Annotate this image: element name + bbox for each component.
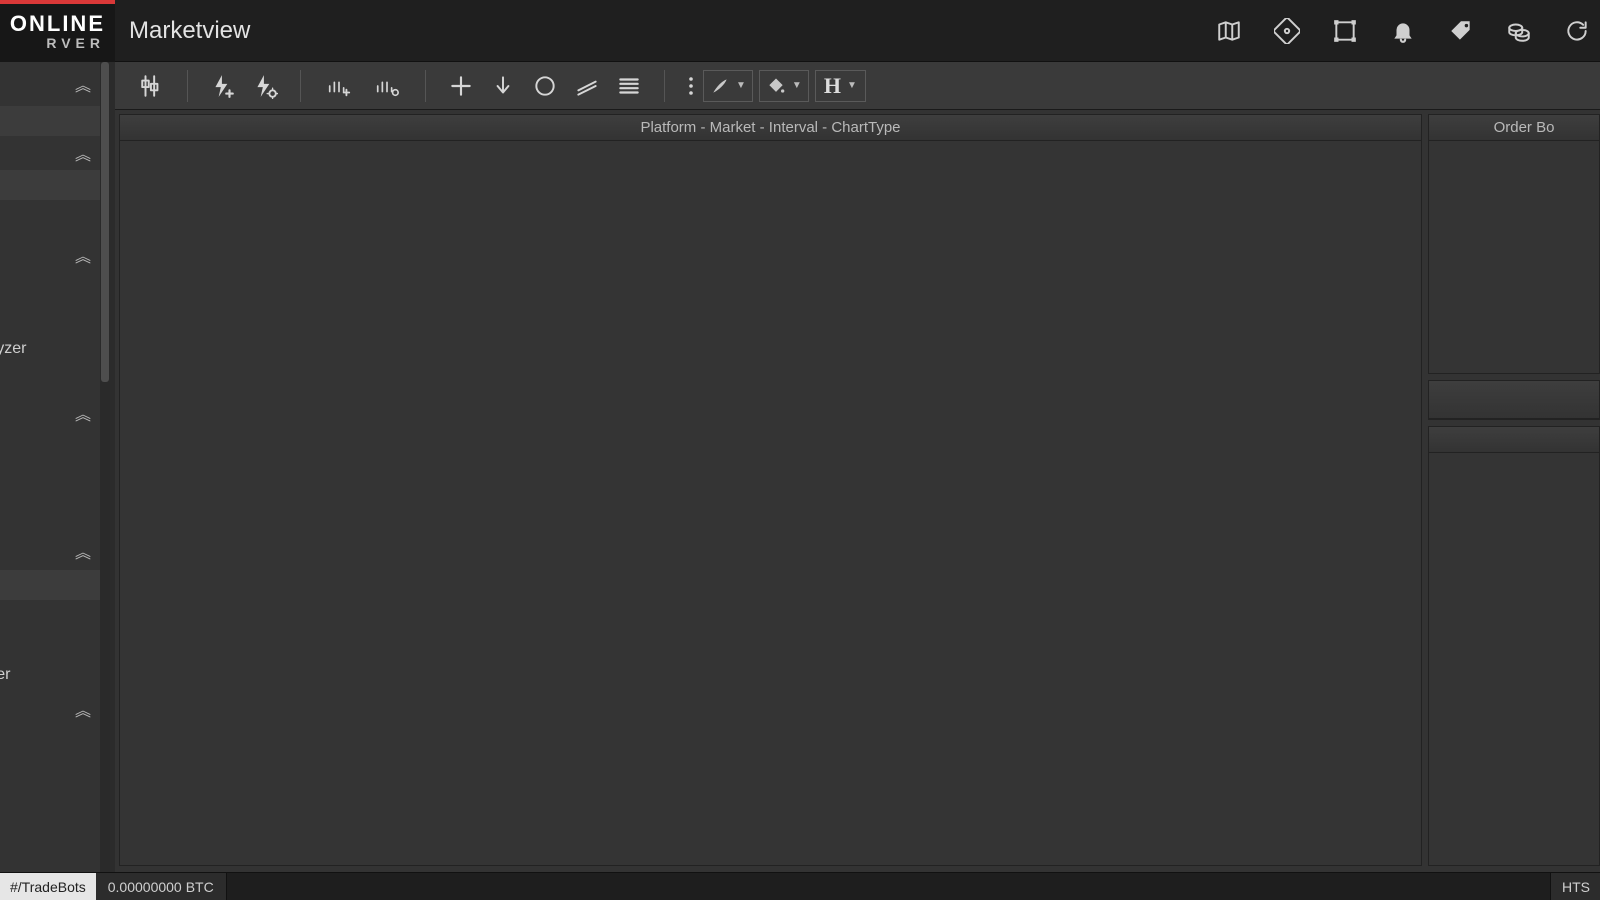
chevron-up-icon: ︽: [75, 141, 92, 165]
caret-down-icon: ▼: [736, 80, 746, 91]
balance-currency: BTC: [186, 879, 214, 895]
frame-select-icon[interactable]: [1330, 16, 1360, 46]
sidebar-item[interactable]: ders: [0, 206, 110, 236]
ticket-icon[interactable]: [1272, 16, 1302, 46]
bell-icon[interactable]: [1388, 16, 1418, 46]
chart-panel: Platform - Market - Interval - ChartType: [119, 114, 1422, 866]
heading-letter: H: [824, 73, 841, 99]
mid-panel: [1428, 380, 1600, 420]
sidebar-item[interactable]: lets: [0, 758, 110, 788]
brand-line-1: ONLINE: [10, 11, 105, 37]
header-icon-bar: [1214, 0, 1600, 61]
sidebar-section-dashboard[interactable]: DARD ︽: [0, 62, 110, 106]
balance-value: 0.00000000: [108, 879, 182, 895]
sidebar-item[interactable]: [0, 462, 110, 492]
orderbook-header: Order Bo: [1429, 115, 1599, 141]
candlestick-settings-icon[interactable]: [131, 68, 173, 104]
sidebar-item[interactable]: [0, 432, 110, 462]
fill-color-combo[interactable]: ▼: [759, 70, 809, 102]
sidebar: DARD ︽ ︽ ders OOLS ︽ rd ance Analyzer ns…: [0, 62, 110, 872]
sidebar-item[interactable]: ates Builder: [0, 660, 110, 690]
status-balance: 0.00000000 BTC: [96, 873, 227, 900]
sidebar-section-tools[interactable]: OOLS ︽: [0, 236, 110, 274]
coins-icon[interactable]: [1504, 16, 1534, 46]
sidebar-section-es[interactable]: ES ︽: [0, 532, 110, 570]
sidebar-item[interactable]: pare: [0, 600, 110, 630]
sidebar-scrollbar[interactable]: [100, 62, 110, 872]
parallel-lines-icon[interactable]: [566, 68, 608, 104]
tag-icon[interactable]: [1446, 16, 1476, 46]
chevron-up-icon: ︽: [75, 72, 92, 96]
plus-icon[interactable]: [440, 68, 482, 104]
arrow-down-icon[interactable]: [482, 68, 524, 104]
status-right[interactable]: HTS: [1550, 873, 1600, 900]
orderbook-panel: Order Bo: [1428, 114, 1600, 374]
trades-header: [1429, 427, 1599, 453]
sidebar-item[interactable]: [0, 304, 110, 334]
sidebar-item[interactable]: [0, 728, 110, 758]
chevron-up-icon: ︽: [75, 539, 92, 563]
sidebar-subhead[interactable]: ︽: [0, 136, 110, 170]
bars-add-icon[interactable]: [315, 68, 363, 104]
sidebar-item[interactable]: [0, 170, 110, 200]
refresh-icon[interactable]: [1562, 16, 1592, 46]
bolt-add-icon[interactable]: [202, 68, 244, 104]
right-panels: Order Bo: [1428, 114, 1600, 866]
trades-panel: [1428, 426, 1600, 866]
map-icon[interactable]: [1214, 16, 1244, 46]
trades-body[interactable]: [1429, 453, 1599, 865]
sidebar-item[interactable]: [0, 570, 110, 600]
bars-settings-icon[interactable]: [363, 68, 411, 104]
more-vertical-icon[interactable]: [679, 68, 703, 104]
orderbook-body[interactable]: [1429, 141, 1599, 373]
page-title: Marketview: [115, 0, 250, 61]
chart-toolbar: ▼ ▼ H ▼: [115, 62, 1600, 110]
heading-style-combo[interactable]: H ▼: [815, 70, 866, 102]
sidebar-item[interactable]: anner: [0, 630, 110, 660]
status-bar: #/TradeBots 0.00000000 BTC HTS: [0, 872, 1600, 900]
mid-panel-header: [1429, 381, 1599, 419]
chart-canvas[interactable]: [120, 141, 1421, 865]
sidebar-section-al[interactable]: AL ︽: [0, 690, 110, 728]
list-lines-icon[interactable]: [608, 68, 650, 104]
app-header: ONLINE RVER Marketview: [0, 0, 1600, 62]
bolt-settings-icon[interactable]: [244, 68, 286, 104]
sidebar-item[interactable]: [0, 106, 110, 136]
sidebar-item[interactable]: ance Analyzer: [0, 334, 110, 364]
brand-box: ONLINE RVER: [0, 0, 115, 62]
chevron-up-icon: ︽: [75, 401, 92, 425]
sidebar-item[interactable]: rd: [0, 274, 110, 304]
status-path[interactable]: #/TradeBots: [0, 873, 96, 900]
caret-down-icon: ▼: [792, 80, 802, 91]
chevron-up-icon: ︽: [75, 243, 92, 267]
brand-line-2: RVER: [46, 35, 105, 51]
sidebar-item[interactable]: ns: [0, 364, 110, 394]
caret-down-icon: ▼: [847, 80, 857, 91]
brush-color-combo[interactable]: ▼: [703, 70, 753, 102]
circle-icon[interactable]: [524, 68, 566, 104]
chevron-up-icon: ︽: [75, 697, 92, 721]
chart-panel-header: Platform - Market - Interval - ChartType: [120, 115, 1421, 141]
main-area: Platform - Market - Interval - ChartType…: [115, 110, 1600, 872]
sidebar-section-script[interactable]: RIPT ︽: [0, 394, 110, 432]
